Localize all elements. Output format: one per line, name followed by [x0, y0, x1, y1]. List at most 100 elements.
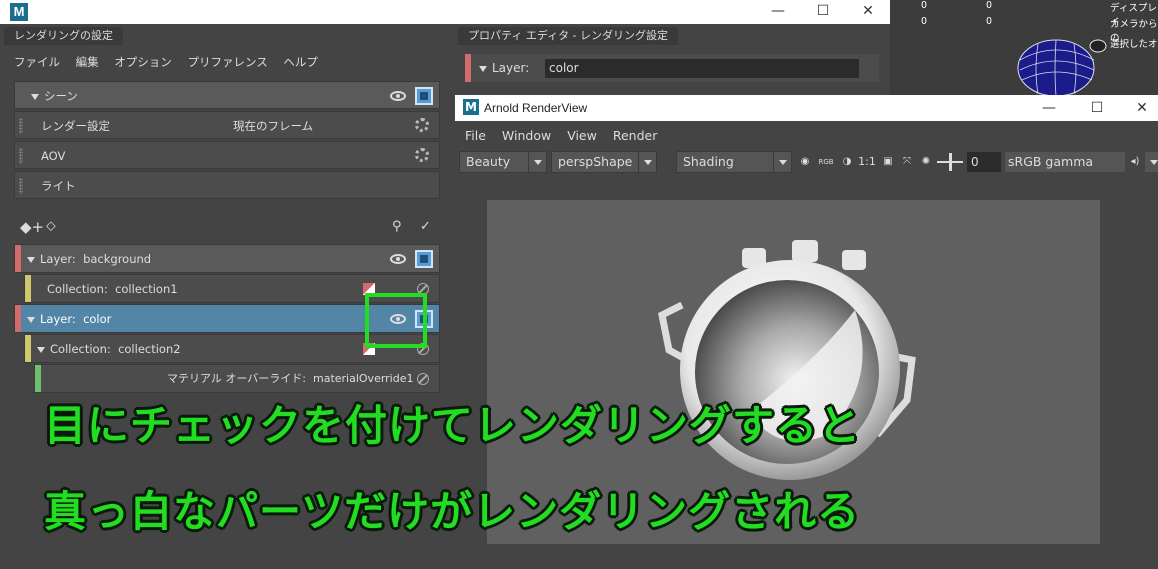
layer-row-background[interactable]: Layer: background — [14, 244, 440, 273]
drag-handle-icon[interactable] — [19, 148, 23, 164]
menu-render[interactable]: Render — [613, 128, 658, 143]
chevron-down-icon — [773, 152, 791, 172]
overflow-dropdown[interactable] — [1145, 152, 1158, 172]
property-editor-panel: Layer: color — [455, 45, 890, 95]
disable-icon[interactable] — [417, 373, 429, 385]
expand-triangle-icon — [479, 65, 487, 72]
hud-value: 0 — [921, 16, 928, 27]
aov-label: AOV — [41, 149, 66, 163]
caption-line-1: 目にチェックを付けてレンダリングすると — [44, 401, 862, 450]
render-toggle-icon[interactable]: ◉ — [797, 154, 813, 170]
close-icon[interactable]: ✕ — [850, 0, 886, 22]
viewport-panel[interactable]: 0 0 0 0 ディスプレイ カメラからの 選択したオ — [890, 0, 1158, 95]
override-type: マテリアル オーバーライド: — [167, 372, 306, 385]
menu-preferences[interactable]: プリファレンス — [187, 55, 267, 69]
collection-name: collection2 — [118, 342, 181, 356]
property-editor-tab[interactable]: プロパティ エディタ - レンダリング設定 — [458, 27, 679, 45]
create-layer-icon[interactable]: ◆+ — [20, 218, 44, 236]
menu-file[interactable]: File — [465, 128, 486, 143]
region-icon[interactable]: ⤧ — [899, 154, 915, 170]
visibility-settings-icon[interactable]: ⚲ — [392, 219, 408, 235]
collection-name: collection1 — [115, 282, 178, 296]
gear-icon[interactable] — [415, 148, 429, 162]
color-space-dropdown[interactable]: sRGB gamma — [1005, 152, 1125, 172]
renderable-settings-icon[interactable]: ✓ — [420, 219, 436, 235]
render-setup-titlebar: M — ☐ ✕ — [0, 0, 890, 24]
menu-window[interactable]: Window — [502, 128, 551, 143]
layer-type: Layer: — [40, 252, 76, 266]
chevron-down-icon — [528, 152, 546, 172]
exposure-slider-handle[interactable] — [949, 153, 952, 171]
menu-edit[interactable]: 編集 — [76, 55, 99, 69]
render-settings-value: 現在のフレーム — [233, 119, 314, 133]
collection-color-tag — [25, 335, 31, 362]
menu-view[interactable]: View — [567, 128, 597, 143]
hud-value: 0 — [986, 0, 993, 11]
drag-handle-icon[interactable] — [19, 118, 23, 134]
scene-label: シーン — [44, 89, 78, 103]
hud-value: 0 — [921, 0, 928, 11]
contrast-icon[interactable]: ◑ — [839, 154, 855, 170]
aov-row[interactable]: AOV — [14, 141, 440, 169]
ratio-label[interactable]: 1:1 — [856, 154, 878, 170]
collection-color-tag — [25, 275, 31, 302]
layer-name: background — [83, 252, 152, 266]
drag-handle-icon[interactable] — [19, 178, 23, 194]
shading-dropdown[interactable]: Shading — [676, 151, 792, 173]
minimize-icon[interactable]: — — [760, 0, 796, 22]
expand-triangle-icon — [31, 93, 39, 100]
property-layer-row: Layer: color — [465, 54, 879, 82]
caption-line-2: 真っ白なパーツだけがレンダリングされる — [44, 487, 861, 536]
arnold-menubar: File Window View Render — [465, 128, 669, 143]
layer-color-tag — [15, 245, 21, 272]
arnold-titlebar: M Arnold RenderView — ☐ ✕ — [455, 95, 1158, 121]
property-layer-label: Layer: — [492, 61, 530, 75]
eye-icon[interactable] — [387, 85, 409, 107]
chevron-down-icon — [1145, 152, 1158, 172]
gear-icon[interactable] — [415, 118, 429, 132]
collection-type: Collection: — [50, 342, 111, 356]
render-settings-label: レンダー設定 — [41, 119, 110, 133]
minimize-icon[interactable]: — — [1031, 97, 1067, 119]
exposure-icon[interactable]: ✺ — [918, 154, 934, 170]
maximize-icon[interactable]: ☐ — [1079, 97, 1115, 119]
menu-help[interactable]: ヘルプ — [283, 55, 318, 69]
eye-icon[interactable] — [387, 248, 409, 270]
expand-triangle-icon — [27, 256, 35, 263]
render-setup-tab[interactable]: レンダリングの設定 — [4, 27, 123, 45]
rgb-icon[interactable]: RGB — [818, 154, 834, 170]
camera-dropdown[interactable]: perspShape — [551, 151, 657, 173]
exposure-field[interactable]: 0 — [967, 152, 1001, 172]
eye-highlight-box — [365, 293, 427, 348]
expand-triangle-icon — [27, 316, 35, 323]
render-setup-menubar: ファイル 編集 オプション プリファレンス ヘルプ — [14, 54, 330, 70]
maximize-icon[interactable]: ☐ — [805, 0, 841, 22]
crop-icon[interactable]: ▣ — [880, 154, 896, 170]
scene-header[interactable]: シーン — [14, 81, 440, 109]
maya-logo-icon: M — [463, 99, 479, 115]
lights-label: ライト — [41, 179, 76, 193]
layer-type: Layer: — [40, 312, 76, 326]
menu-options[interactable]: オプション — [114, 55, 172, 69]
render-icon[interactable] — [413, 248, 435, 270]
material-override-row[interactable]: マテリアル オーバーライド: materialOverride1 — [34, 364, 440, 393]
maya-logo-icon: M — [10, 3, 28, 21]
import-icon[interactable]: ⬦ — [46, 218, 64, 236]
menu-file[interactable]: ファイル — [14, 55, 60, 69]
hud-value: 0 — [986, 16, 993, 27]
property-layer-field[interactable]: color — [545, 59, 859, 78]
override-color-tag — [35, 365, 41, 392]
expand-triangle-icon — [37, 346, 45, 353]
lights-row[interactable]: ライト — [14, 171, 440, 199]
speaker-icon[interactable]: ◂) — [1127, 154, 1143, 170]
layer-color-tag — [15, 305, 21, 332]
override-name: materialOverride1 — [312, 372, 414, 385]
collection-type: Collection: — [47, 282, 108, 296]
aov-dropdown[interactable]: Beauty — [459, 151, 547, 173]
layer-name: color — [83, 312, 112, 326]
chevron-down-icon — [638, 152, 656, 172]
arnold-title: Arnold RenderView — [484, 101, 588, 115]
render-icon[interactable] — [413, 85, 435, 107]
render-settings-row[interactable]: レンダー設定 現在のフレーム — [14, 111, 440, 139]
close-icon[interactable]: ✕ — [1124, 97, 1158, 119]
